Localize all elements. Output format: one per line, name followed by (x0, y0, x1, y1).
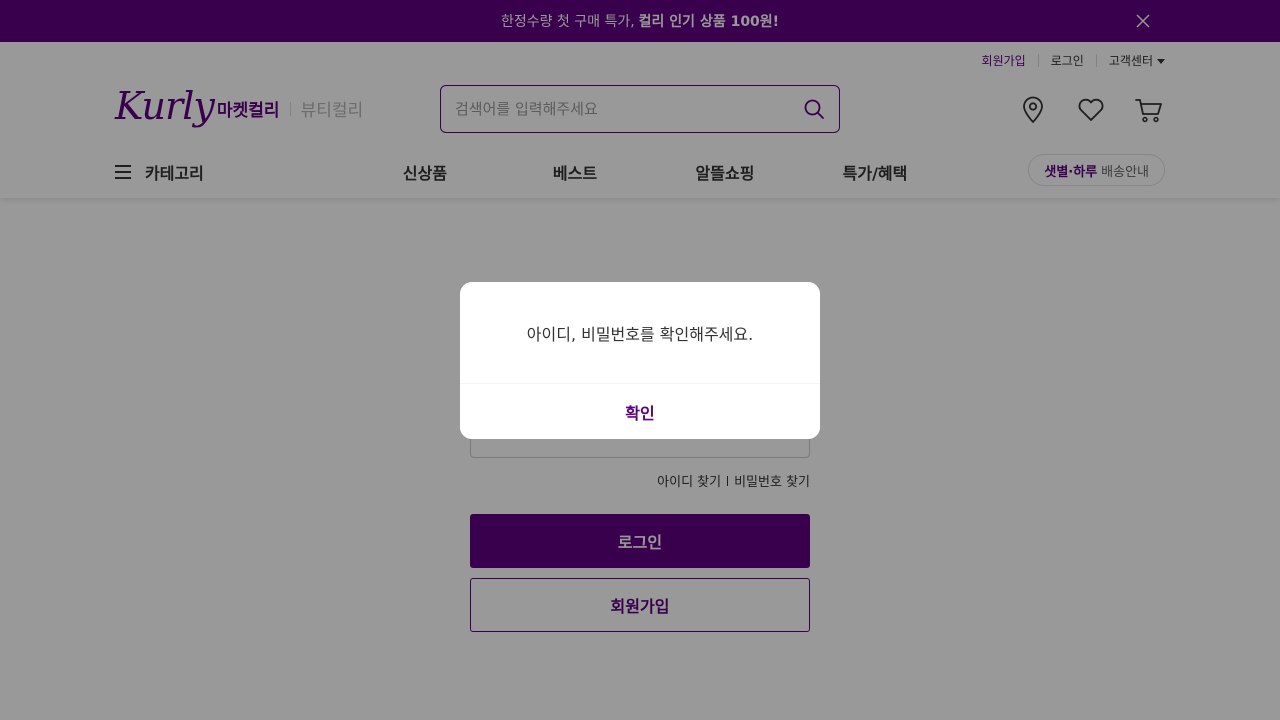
alert-dialog: 아이디, 비밀번호를 확인해주세요. 확인 (460, 282, 820, 439)
page: 한정수량 첫 구매 특가, 컬리 인기 상품 100원! 회원가입 로그인 고객… (0, 0, 1280, 720)
confirm-button[interactable]: 확인 (460, 384, 820, 439)
dialog-message: 아이디, 비밀번호를 확인해주세요. (526, 324, 754, 344)
